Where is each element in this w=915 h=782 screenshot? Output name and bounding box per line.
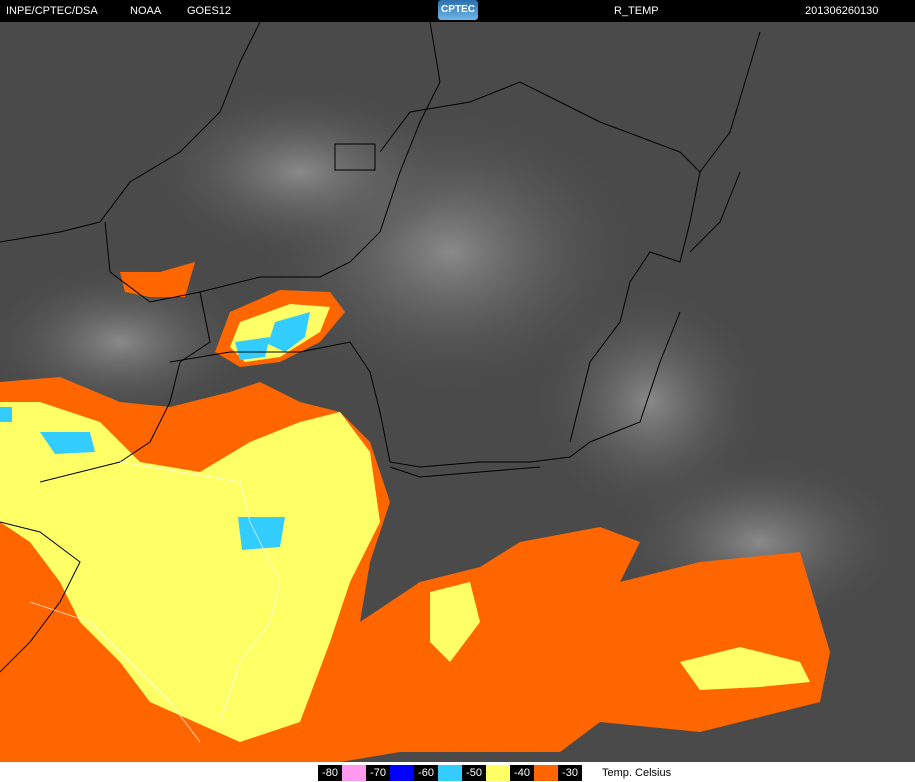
legend-unit: Temp. Celsius [602, 767, 672, 779]
legend-swatch-orange [534, 765, 558, 781]
legend-label-minus30: -30 [558, 765, 582, 781]
legend-label-minus70: -70 [366, 765, 390, 781]
satellite-image [0, 21, 915, 762]
legend-label-minus40: -40 [510, 765, 534, 781]
agency-label: NOAA [130, 5, 162, 17]
legend-swatch-blue [390, 765, 414, 781]
temperature-legend: -80 -70 -60 -50 -40 -30 Temp. Celsius [0, 762, 915, 782]
timestamp-label: 201306260130 [805, 5, 879, 17]
legend-swatch-cyan [438, 765, 462, 781]
cptec-logo: CPTEC [438, 0, 478, 20]
legend-label-minus50: -50 [462, 765, 486, 781]
legend-swatch-yellow [486, 765, 510, 781]
satellite-map-svg [0, 21, 910, 762]
legend-label-minus80: -80 [318, 765, 342, 781]
satellite-label: GOES12 [187, 5, 232, 17]
legend-swatch-pink [342, 765, 366, 781]
legend-label-minus60: -60 [414, 765, 438, 781]
product-label: R_TEMP [614, 5, 659, 17]
institution-label: INPE/CPTEC/DSA [6, 5, 98, 17]
header-bar: INPE/CPTEC/DSA NOAA GOES12 CPTEC R_TEMP … [0, 0, 915, 22]
